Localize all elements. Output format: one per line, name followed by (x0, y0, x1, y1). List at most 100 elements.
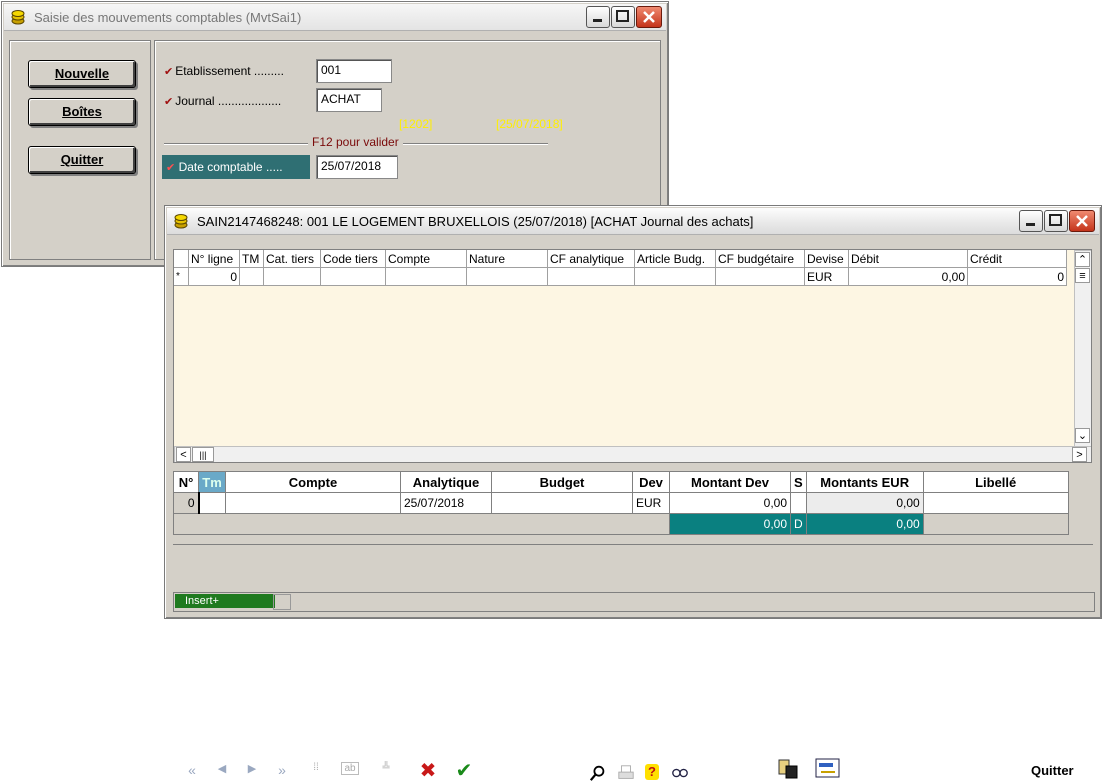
form-montant-dev-field[interactable]: 0,00 (669, 492, 791, 514)
first-record-button[interactable]: « (181, 762, 203, 778)
form-compte-field[interactable] (225, 492, 401, 514)
form-header-row: N° Tm Compte Analytique Budget Dev Monta… (173, 471, 1069, 493)
boites-button[interactable]: Boîtes (28, 98, 136, 126)
form-montants-eur-field: 0,00 (805, 492, 924, 514)
form-analytique-field[interactable]: 25/07/2018 (400, 492, 492, 514)
help-icon[interactable]: ? (645, 764, 659, 780)
col-cf-budgetaire[interactable]: CF budgétaire (715, 250, 805, 268)
col-compte[interactable]: Compte (385, 250, 467, 268)
form-totals-row: 0,00 D 0,00 (173, 513, 1069, 535)
table-row[interactable]: * 0 EUR 0,00 0 (174, 267, 1067, 286)
form-header-libelle: Libellé (922, 471, 1069, 493)
cell-code-tiers[interactable] (320, 267, 386, 286)
form-header-analytique: Analytique (400, 471, 492, 493)
front-window-controls (1019, 210, 1095, 232)
form-header-budget: Budget (491, 471, 633, 493)
scroll-left-button[interactable]: < (176, 447, 191, 462)
entries-table: N° ligne TM Cat. tiers Code tiers Compte… (174, 250, 1067, 286)
status-panel-2 (273, 594, 291, 610)
scroll-up-button[interactable]: ⌃ (1075, 252, 1090, 267)
col-code-tiers[interactable]: Code tiers (320, 250, 386, 268)
cell-debit[interactable]: 0,00 (848, 267, 968, 286)
prev-record-button[interactable]: ◀ (211, 762, 233, 775)
col-debit[interactable]: Débit (848, 250, 968, 268)
col-devise[interactable]: Devise (804, 250, 849, 268)
split-icon[interactable]: ⁞⁞ (305, 762, 327, 773)
export-icon[interactable] (777, 758, 799, 780)
form-header-dev: Dev (632, 471, 670, 493)
coins-icon (174, 214, 188, 229)
cell-cf-analytique[interactable] (547, 267, 635, 286)
cell-credit[interactable]: 0 (967, 267, 1067, 286)
maximize-button[interactable] (611, 6, 635, 28)
col-credit[interactable]: Crédit (967, 250, 1067, 268)
form-s-field[interactable] (790, 492, 807, 514)
form-header-tm: Tm (198, 471, 226, 493)
required-check-icon: ✔ (164, 96, 174, 108)
quitter-button[interactable]: Quitter (28, 146, 136, 174)
col-n-ligne[interactable]: N° ligne (188, 250, 240, 268)
date-comptable-field[interactable]: 25/07/2018 (316, 155, 398, 179)
coins-icon (11, 10, 25, 25)
quitter-toolbar-button[interactable]: Quitter (1031, 763, 1074, 778)
last-record-button[interactable]: » (271, 762, 293, 778)
form-header-montants-eur: Montants EUR (805, 471, 924, 493)
front-window-title: SAIN2147468248: 001 LE LOGEMENT BRUXELLO… (197, 214, 754, 229)
ab-icon[interactable]: ab (341, 762, 359, 775)
form-tm-field[interactable] (197, 492, 226, 514)
cell-tm[interactable] (239, 267, 264, 286)
etablissement-label-text: Etablissement ......... (175, 64, 284, 78)
col-nature[interactable]: Nature (466, 250, 548, 268)
scroll-h-thumb[interactable]: ||| (192, 447, 214, 462)
form-budget-field[interactable] (491, 492, 633, 514)
journal-code-info: [1202] (399, 117, 433, 131)
form-dev-field[interactable]: EUR (632, 492, 670, 514)
cell-compte[interactable] (385, 267, 467, 286)
totals-spacer-right (922, 513, 1069, 535)
search-icon[interactable] (589, 764, 607, 782)
col-article-budg[interactable]: Article Budg. (634, 250, 716, 268)
journal-label: ✔ Journal ................... (164, 94, 281, 108)
close-button[interactable] (1069, 210, 1095, 232)
maximize-button[interactable] (1044, 210, 1068, 232)
cancel-button[interactable]: ✖ (417, 758, 439, 783)
printer-icon[interactable] (617, 764, 635, 782)
close-icon (643, 11, 655, 23)
col-cat-tiers[interactable]: Cat. tiers (263, 250, 321, 268)
etablissement-field[interactable]: 001 (316, 59, 392, 83)
scroll-down-button[interactable]: ⌄ (1075, 428, 1090, 443)
required-check-icon: ✔ (164, 66, 174, 78)
date-comptable-label-text: Date comptable ..... (178, 160, 283, 174)
form-input-row: 0 25/07/2018 EUR 0,00 0,00 (173, 492, 1069, 514)
scroll-thumb[interactable]: ≡ (1075, 268, 1090, 283)
col-cf-analytique[interactable]: CF analytique (547, 250, 635, 268)
minimize-button[interactable] (586, 6, 610, 28)
confirm-button[interactable]: ✔ (453, 758, 475, 783)
grid-horizontal-scrollbar[interactable] (174, 446, 1091, 462)
next-record-button[interactable]: ▶ (241, 762, 263, 775)
form-libelle-field[interactable] (922, 492, 1069, 514)
journal-field[interactable]: ACHAT (316, 88, 382, 112)
cell-cat-tiers[interactable] (263, 267, 321, 286)
col-tm[interactable]: TM (239, 250, 264, 268)
card-icon[interactable] (815, 756, 841, 780)
cell-nature[interactable] (466, 267, 548, 286)
entries-grid: N° ligne TM Cat. tiers Code tiers Compte… (173, 249, 1092, 463)
status-bar (173, 592, 1095, 612)
journal-date-info: [25/07/2018] (496, 117, 563, 131)
cell-cf-budgetaire[interactable] (715, 267, 805, 286)
date-comptable-label: ✔ Date comptable ..... (162, 155, 310, 179)
close-button[interactable] (636, 6, 662, 28)
scroll-right-button[interactable]: > (1072, 447, 1087, 462)
cell-n-ligne[interactable]: 0 (188, 267, 240, 286)
cell-devise[interactable]: EUR (804, 267, 849, 286)
cell-article-budg[interactable] (634, 267, 716, 286)
glasses-icon[interactable] (671, 764, 689, 782)
form-header-montant-dev: Montant Dev (669, 471, 791, 493)
minimize-button[interactable] (1019, 210, 1043, 232)
status-mode: Insert+ (175, 594, 275, 608)
grid-header-row: N° ligne TM Cat. tiers Code tiers Compte… (174, 250, 1067, 268)
merge-icon[interactable]: ╩ (375, 762, 397, 773)
maximize-icon (1049, 214, 1062, 226)
nouvelle-button[interactable]: Nouvelle (28, 60, 136, 88)
